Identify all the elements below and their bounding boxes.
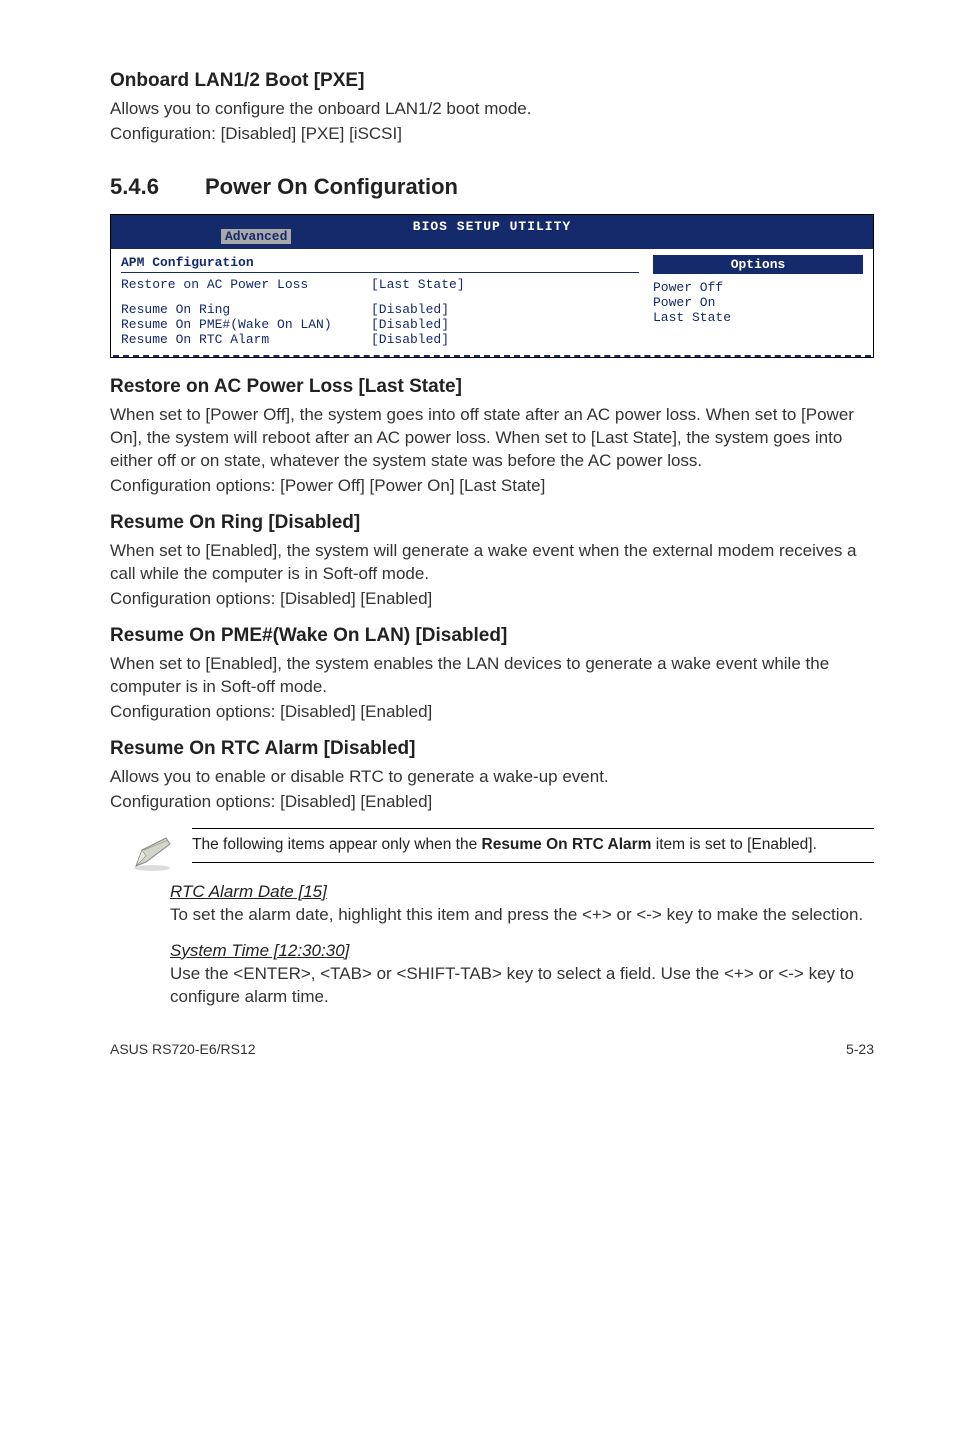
bios-tab-advanced: Advanced xyxy=(221,229,291,245)
bios-option: Last State xyxy=(653,310,863,325)
footer-right: 5-23 xyxy=(846,1041,874,1057)
text-rtc-desc: Allows you to enable or disable RTC to g… xyxy=(110,766,874,789)
text-restore-desc: When set to [Power Off], the system goes… xyxy=(110,404,874,473)
text-restore-config: Configuration options: [Power Off] [Powe… xyxy=(110,475,874,498)
note-text: The following items appear only when the… xyxy=(192,828,874,863)
page-footer: ASUS RS720-E6/RS12 5-23 xyxy=(110,1041,874,1057)
bios-header: BIOS SETUP UTILITY Advanced xyxy=(111,215,873,250)
bios-left-panel: APM Configuration Restore on AC Power Lo… xyxy=(121,255,639,347)
bios-label: Restore on AC Power Loss xyxy=(121,277,371,292)
bios-row-ring: Resume On Ring [Disabled] xyxy=(121,302,639,317)
text-pme-config: Configuration options: [Disabled] [Enabl… xyxy=(110,701,874,724)
bios-value: [Disabled] xyxy=(371,332,639,347)
bios-label: Resume On Ring xyxy=(121,302,371,317)
subitem-rtc-date-body: To set the alarm date, highlight this it… xyxy=(170,904,874,927)
bios-screenshot: BIOS SETUP UTILITY Advanced APM Configur… xyxy=(110,214,874,359)
bios-value: [Disabled] xyxy=(371,302,639,317)
note-post: item is set to [Enabled]. xyxy=(651,836,816,853)
heading-onboard-lan: Onboard LAN1/2 Boot [PXE] xyxy=(110,70,874,92)
bios-value: [Last State] xyxy=(371,277,639,292)
heading-resume-rtc: Resume On RTC Alarm [Disabled] xyxy=(110,738,874,760)
bios-row-pme: Resume On PME#(Wake On LAN) [Disabled] xyxy=(121,317,639,332)
bios-row-rtc: Resume On RTC Alarm [Disabled] xyxy=(121,332,639,347)
footer-left: ASUS RS720-E6/RS12 xyxy=(110,1041,256,1057)
bios-right-panel: Options Power Off Power On Last State xyxy=(653,255,863,347)
text-onboard-desc: Allows you to configure the onboard LAN1… xyxy=(110,98,874,121)
heading-restore-ac: Restore on AC Power Loss [Last State] xyxy=(110,376,874,398)
text-pme-desc: When set to [Enabled], the system enable… xyxy=(110,653,874,699)
bios-options-heading: Options xyxy=(653,255,863,274)
section-number: 5.4.6 xyxy=(110,174,205,200)
heading-resume-pme: Resume On PME#(Wake On LAN) [Disabled] xyxy=(110,625,874,647)
pencil-icon xyxy=(130,832,174,872)
subitem-system-time-title: System Time [12:30:30] xyxy=(170,941,874,961)
note-bold: Resume On RTC Alarm xyxy=(482,836,652,853)
bios-config-title: APM Configuration xyxy=(121,255,639,270)
bios-option: Power On xyxy=(653,295,863,310)
bios-row-restore: Restore on AC Power Loss [Last State] xyxy=(121,277,639,292)
heading-resume-ring: Resume On Ring [Disabled] xyxy=(110,512,874,534)
subitem-system-time-body: Use the <ENTER>, <TAB> or <SHIFT-TAB> ke… xyxy=(170,963,874,1009)
subitem-rtc-date-title: RTC Alarm Date [15] xyxy=(170,882,874,902)
bios-label: Resume On PME#(Wake On LAN) xyxy=(121,317,371,332)
text-ring-config: Configuration options: [Disabled] [Enabl… xyxy=(110,588,874,611)
bios-label: Resume On RTC Alarm xyxy=(121,332,371,347)
bios-option: Power Off xyxy=(653,280,863,295)
bios-bottom-dashed xyxy=(113,355,871,357)
note-block: The following items appear only when the… xyxy=(130,828,874,872)
text-onboard-config: Configuration: [Disabled] [PXE] [iSCSI] xyxy=(110,123,874,146)
text-ring-desc: When set to [Enabled], the system will g… xyxy=(110,540,874,586)
section-title: Power On Configuration xyxy=(205,174,458,199)
bios-value: [Disabled] xyxy=(371,317,639,332)
note-pre: The following items appear only when the xyxy=(192,836,482,853)
section-heading: 5.4.6Power On Configuration xyxy=(110,174,874,200)
text-rtc-config: Configuration options: [Disabled] [Enabl… xyxy=(110,791,874,814)
